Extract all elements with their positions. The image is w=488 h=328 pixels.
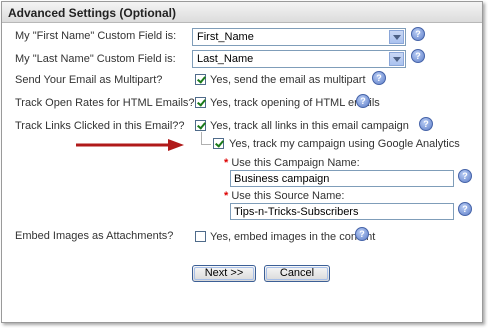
multipart-checkbox[interactable] (195, 74, 206, 85)
first-name-field-value: First_Name (197, 31, 254, 43)
source-name-value: Tips-n-Tricks-Subscribers (234, 206, 359, 218)
help-icon[interactable]: ? (411, 27, 425, 41)
help-icon[interactable]: ? (419, 117, 433, 131)
chevron-down-icon[interactable] (389, 30, 404, 44)
red-arrow-icon (76, 139, 184, 151)
help-icon[interactable]: ? (411, 49, 425, 63)
help-icon[interactable]: ? (458, 202, 472, 216)
campaign-name-value: Business campaign (234, 173, 330, 185)
source-name-label: * Use this Source Name: (224, 190, 344, 202)
google-analytics-checkbox[interactable] (213, 138, 224, 149)
embed-images-checkbox-label: Yes, embed images in the content (210, 231, 376, 243)
last-name-field-select[interactable]: Last_Name (192, 50, 406, 68)
track-opens-checkbox-label: Yes, track opening of HTML emails (210, 97, 380, 109)
campaign-name-label: * Use this Campaign Name: (224, 157, 360, 169)
track-links-checkbox[interactable] (195, 120, 206, 131)
help-icon[interactable]: ? (372, 71, 386, 85)
track-opens-label: Track Open Rates for HTML Emails? (15, 97, 195, 109)
campaign-name-label-text: Use this Campaign Name: (231, 157, 360, 169)
track-links-label: Track Links Clicked in this Email?? (15, 120, 185, 132)
source-name-label-text: Use this Source Name: (231, 190, 345, 202)
first-name-field-select[interactable]: First_Name (192, 28, 406, 46)
required-marker: * (224, 190, 229, 202)
last-name-field-label: My "Last Name" Custom Field is: (15, 53, 176, 65)
campaign-name-input[interactable]: Business campaign (230, 170, 454, 187)
help-icon[interactable]: ? (356, 94, 370, 108)
help-icon[interactable]: ? (458, 169, 472, 183)
last-name-field-value: Last_Name (197, 53, 254, 65)
section-title: Advanced Settings (Optional) (8, 6, 177, 20)
next-button[interactable]: Next >> (192, 265, 256, 282)
cancel-button[interactable]: Cancel (264, 265, 330, 282)
multipart-label: Send Your Email as Multipart? (15, 74, 163, 86)
required-marker: * (224, 157, 229, 169)
embed-images-checkbox[interactable] (195, 231, 206, 242)
tree-connector (201, 132, 211, 145)
multipart-checkbox-label: Yes, send the email as multipart (210, 74, 366, 86)
first-name-field-label: My "First Name" Custom Field is: (15, 30, 177, 42)
section-header: Advanced Settings (Optional) (2, 2, 482, 23)
help-icon[interactable]: ? (355, 227, 369, 241)
chevron-down-icon[interactable] (389, 52, 404, 66)
embed-images-label: Embed Images as Attachments? (15, 230, 174, 242)
track-opens-checkbox[interactable] (195, 97, 206, 108)
track-links-checkbox-label: Yes, track all links in this email campa… (210, 120, 409, 132)
source-name-input[interactable]: Tips-n-Tricks-Subscribers (230, 203, 454, 220)
google-analytics-checkbox-label: Yes, track my campaign using Google Anal… (229, 138, 460, 150)
